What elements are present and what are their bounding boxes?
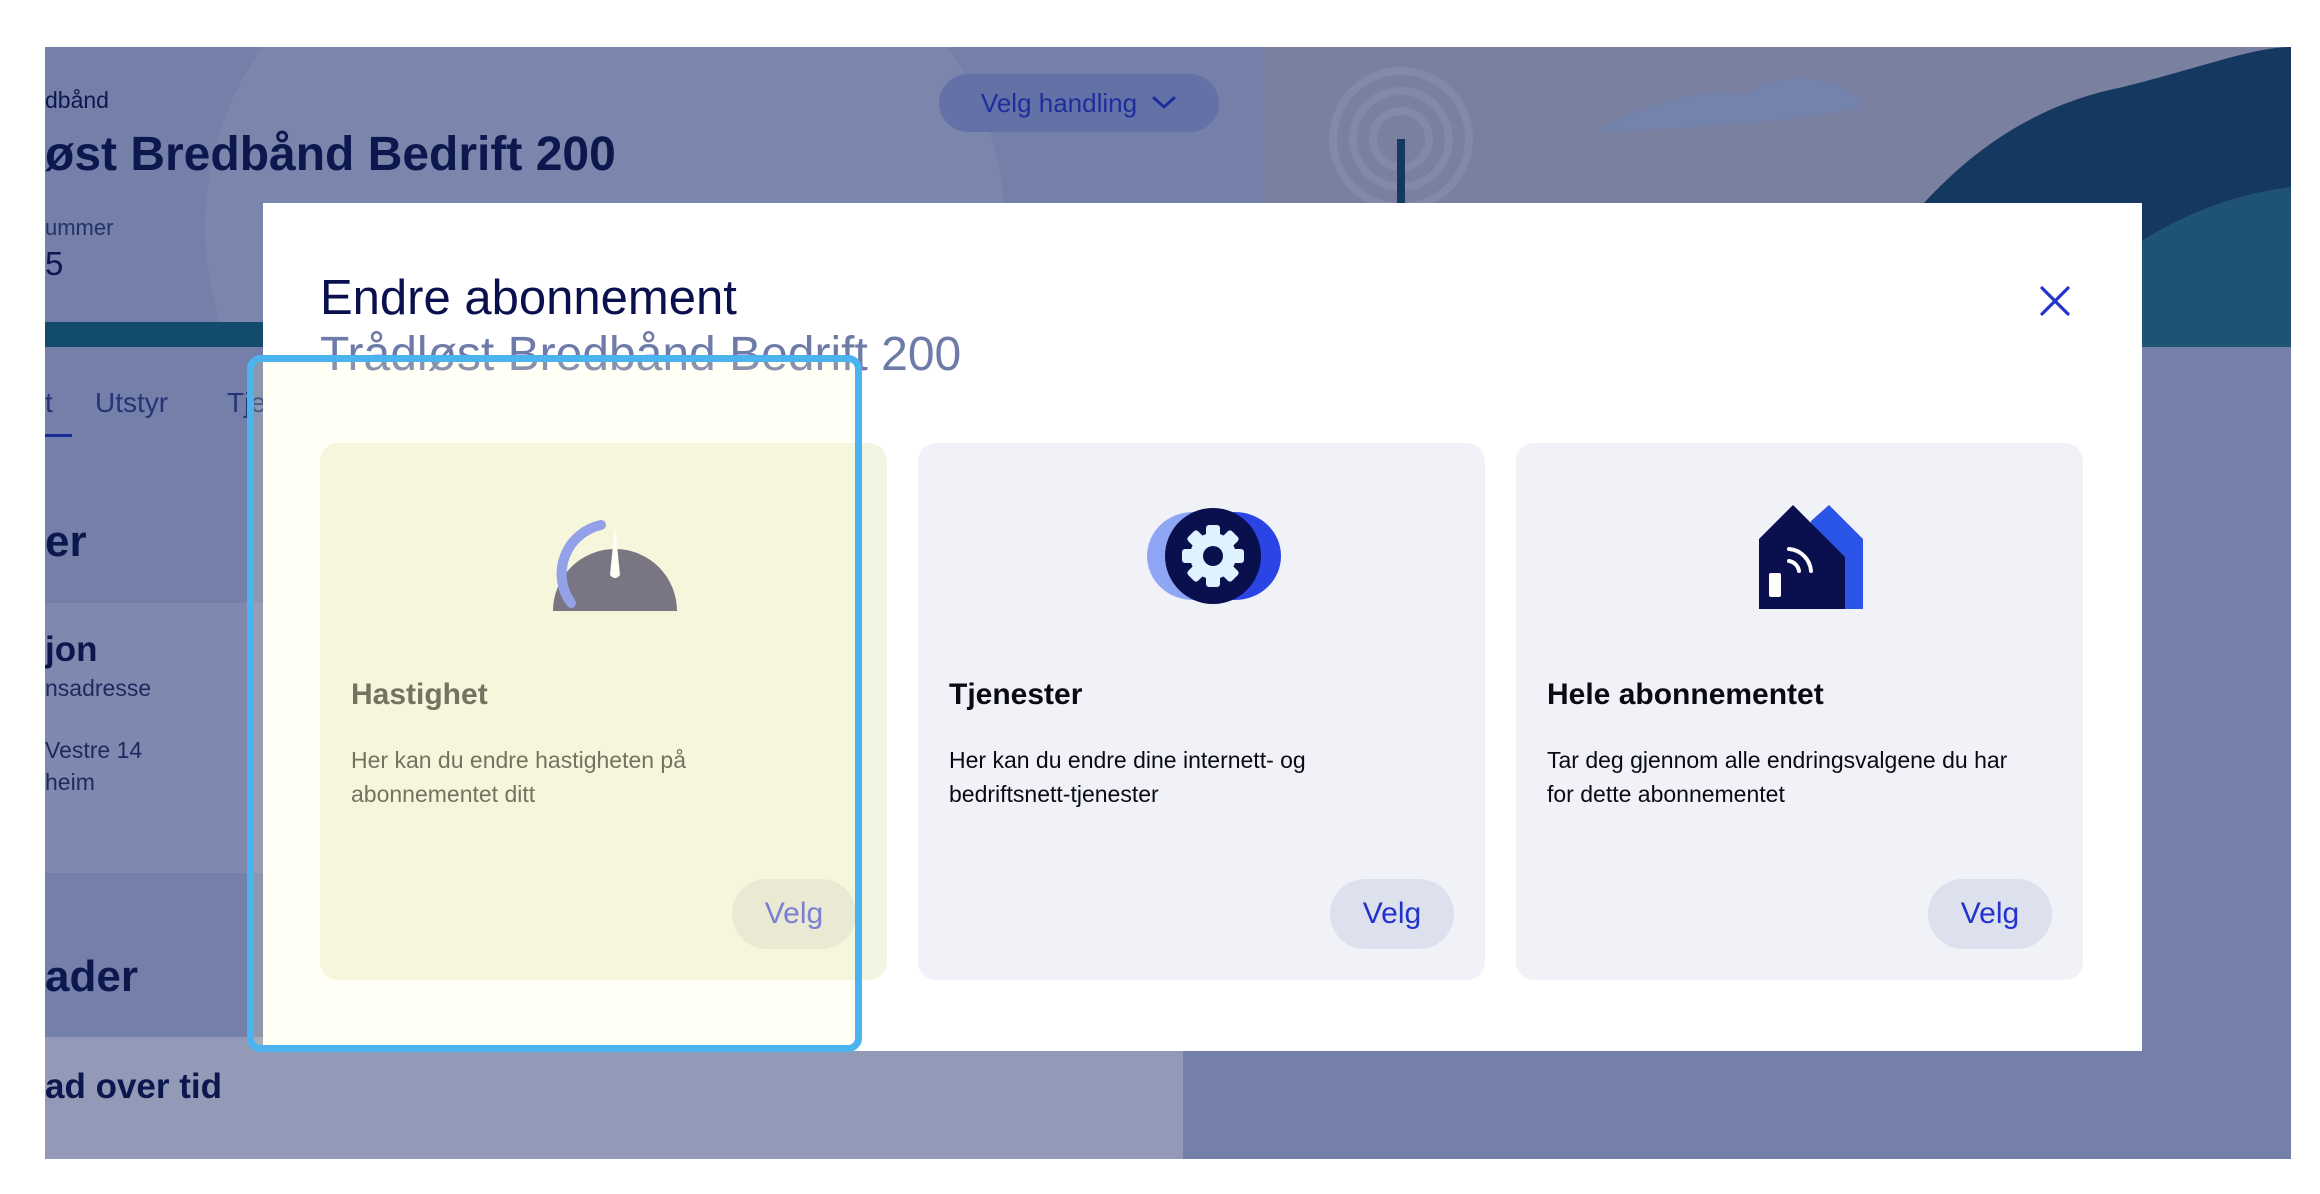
- select-whole-subscription-button[interactable]: Velg: [1928, 879, 2052, 949]
- card-description: Her kan du endre dine internett- og bedr…: [949, 747, 1306, 807]
- card-title: Hele abonnementet: [1547, 678, 1824, 711]
- gear-icon: [1147, 508, 1281, 604]
- modal-title: Endre abonnement: [320, 271, 737, 325]
- highlight-outline: [247, 355, 862, 1052]
- close-button[interactable]: [2033, 279, 2077, 323]
- card-description: Tar deg gjennom alle endringsvalgene du …: [1547, 747, 2008, 807]
- wireless-house-icon: [1759, 505, 1863, 609]
- services-option-card[interactable]: Tjenester Her kan du endre dine internet…: [918, 443, 1485, 980]
- card-title: Tjenester: [949, 678, 1083, 711]
- whole-subscription-option-card[interactable]: Hele abonnementet Tar deg gjennom alle e…: [1516, 443, 2083, 980]
- select-services-button[interactable]: Velg: [1330, 879, 1454, 949]
- close-icon: [2040, 286, 2070, 316]
